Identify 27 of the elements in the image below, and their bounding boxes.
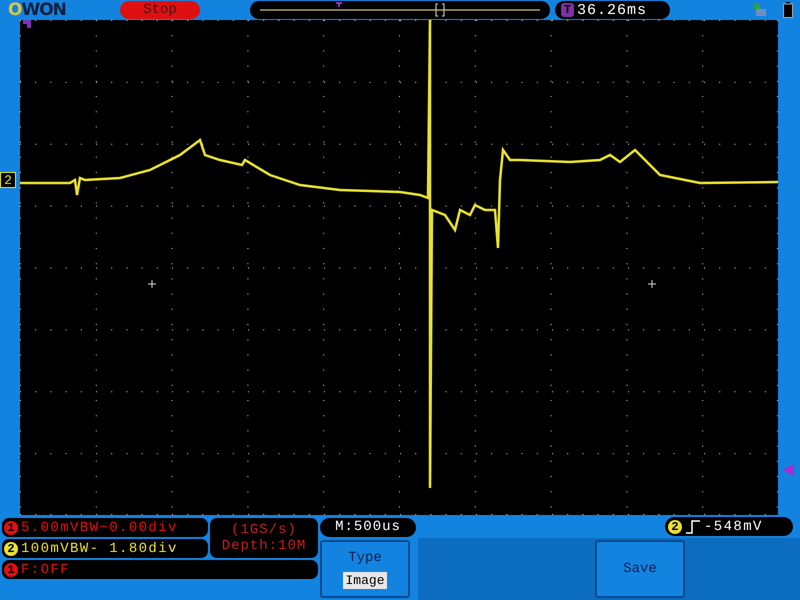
battery-icon <box>783 2 793 18</box>
rising-edge-icon <box>685 520 701 534</box>
trigger-time-icon: T <box>561 3 574 17</box>
menu-button[interactable]: Type Image <box>320 540 410 598</box>
trigger-time-readout: 36.26ms <box>577 2 648 18</box>
sample-rate: (1GS/s) <box>231 522 297 538</box>
crosshair-mark <box>648 280 656 288</box>
menu-value: Image <box>343 572 386 588</box>
channel-settings: 100mVBW- 1.80div <box>21 540 178 556</box>
brand-logo: OWON <box>8 0 67 20</box>
channel-badge: 2 <box>668 520 682 534</box>
trigger-position-icon <box>23 20 31 28</box>
menu-title: Type <box>348 550 382 566</box>
channel-marker[interactable]: 2 <box>0 172 16 188</box>
channel-badge: 1 <box>4 520 18 534</box>
trigger-level-marker <box>782 464 794 476</box>
usb-disk-icon <box>752 3 768 17</box>
menu-button[interactable]: Save <box>595 540 685 598</box>
channel-badge: 1 <box>4 562 18 576</box>
memory-depth: Depth:10M <box>222 538 306 554</box>
trigger-level: -548mV <box>704 518 763 534</box>
menu-title: Save <box>623 561 657 577</box>
crosshair-mark <box>148 280 156 288</box>
channel-badge: 2 <box>4 542 18 556</box>
channel-settings: 5.00mVBW~0.00div <box>21 520 178 536</box>
timebase-readout: M:500us <box>320 518 416 537</box>
filter-status: F:OFF <box>21 562 70 578</box>
